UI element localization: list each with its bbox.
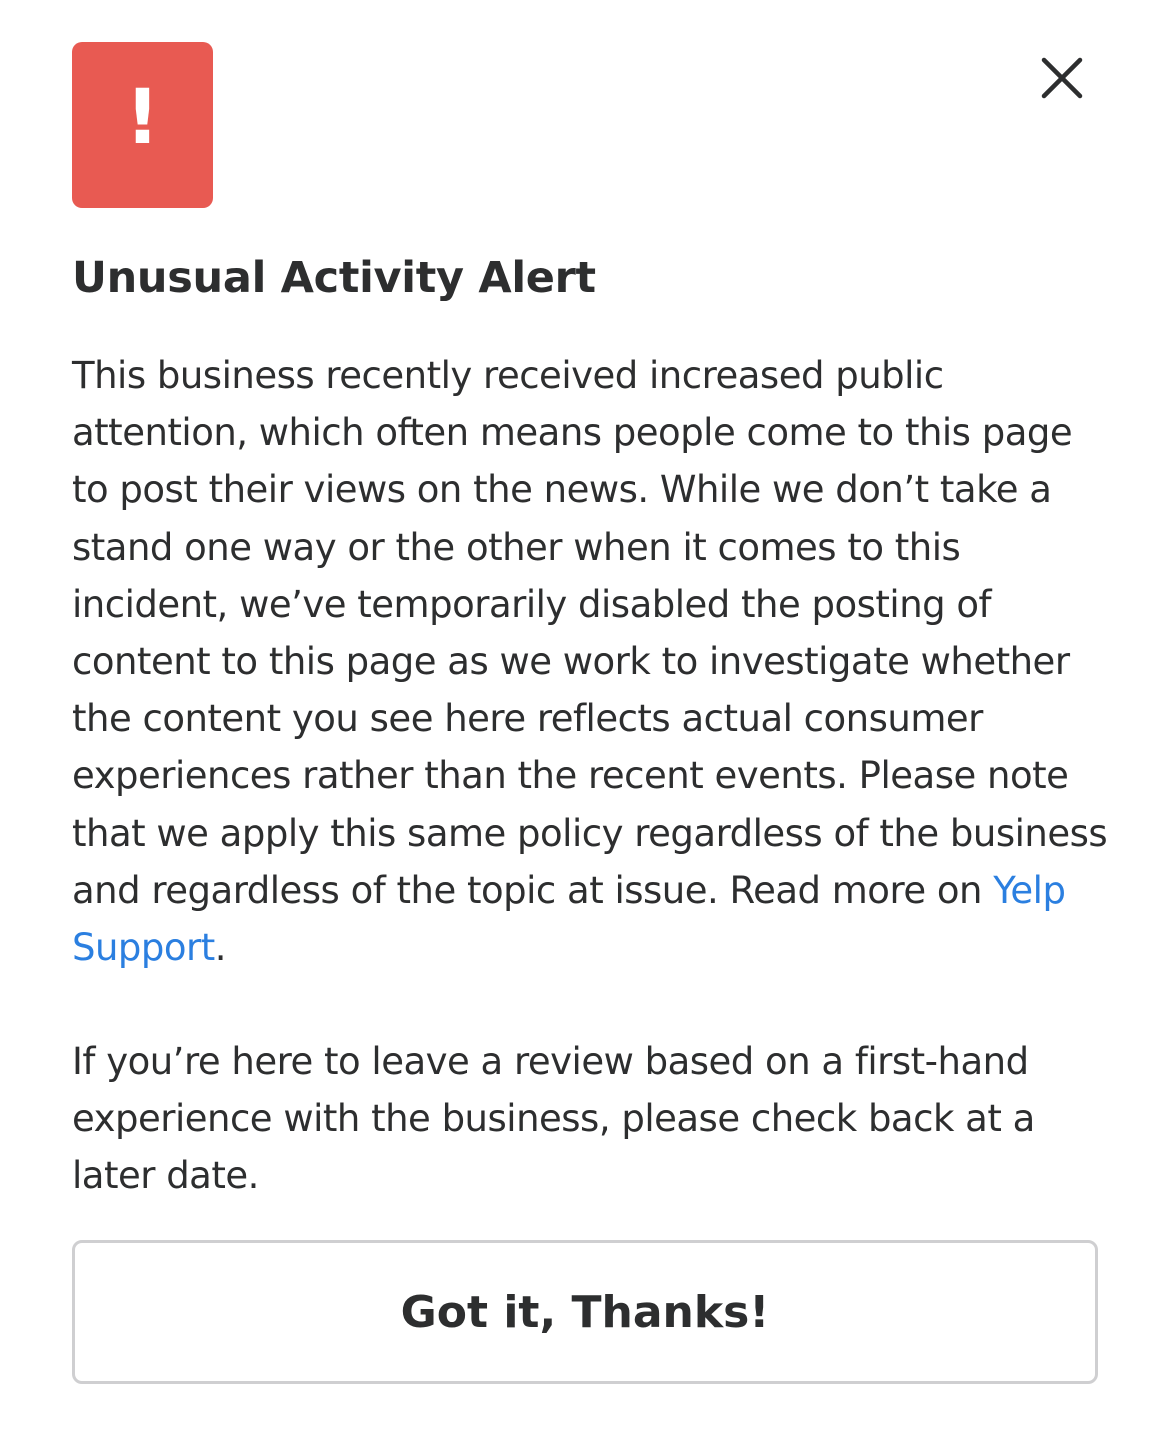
- review-instruction-paragraph: If you’re here to leave a review based o…: [72, 1040, 1035, 1198]
- close-icon: [1041, 57, 1083, 99]
- alert-icon: !: [72, 42, 213, 208]
- unusual-activity-dialog: ! Unusual Activity Alert This business r…: [0, 0, 1170, 1429]
- exclamation-mark: !: [125, 72, 160, 161]
- dialog-title: Unusual Activity Alert: [72, 253, 596, 303]
- explanation-paragraph: This business recently received increase…: [72, 347, 1112, 976]
- explanation-text: This business recently received increase…: [72, 354, 1108, 912]
- got-it-button[interactable]: Got it, Thanks!: [72, 1240, 1098, 1384]
- explanation-period: .: [214, 926, 227, 970]
- close-button[interactable]: [1030, 46, 1094, 110]
